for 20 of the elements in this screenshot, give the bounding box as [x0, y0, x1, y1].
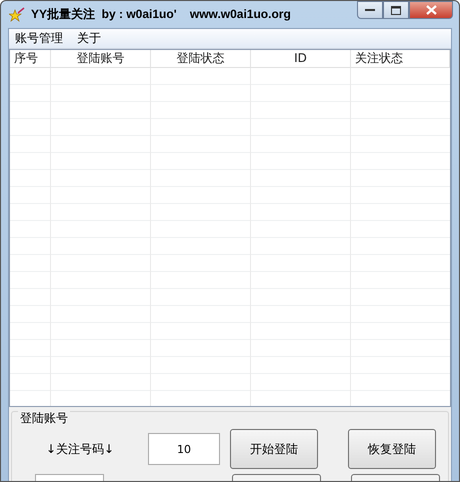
action-button[interactable]: 开始登陆 [230, 429, 318, 469]
column-header[interactable]: ID [251, 50, 351, 67]
window-title: YY批量关注 by : w0ai1uo' www.w0ai1uo.org [31, 6, 291, 23]
count-field[interactable]: 10 [148, 433, 220, 465]
close-icon [426, 5, 436, 15]
column-header[interactable]: 关注状态 [351, 50, 450, 67]
star-pencil-icon [9, 6, 25, 22]
column-header[interactable]: 登陆账号 [51, 50, 151, 67]
minimize-icon [365, 8, 375, 12]
column-header[interactable]: 序号 [10, 50, 51, 67]
close-button[interactable] [409, 1, 453, 19]
column-header[interactable]: 登陆状态 [151, 50, 251, 67]
action-button[interactable]: 恢复登陆 [348, 429, 436, 469]
menu-item[interactable]: 关于 [77, 30, 101, 47]
maximize-button[interactable] [383, 1, 409, 19]
field-label: ↓关注号码↓ [44, 440, 116, 458]
minimize-button[interactable] [357, 1, 383, 19]
maximize-icon [391, 6, 401, 14]
menu-item[interactable]: 账号管理 [15, 30, 63, 47]
group-title: 登陆账号 [18, 410, 70, 427]
